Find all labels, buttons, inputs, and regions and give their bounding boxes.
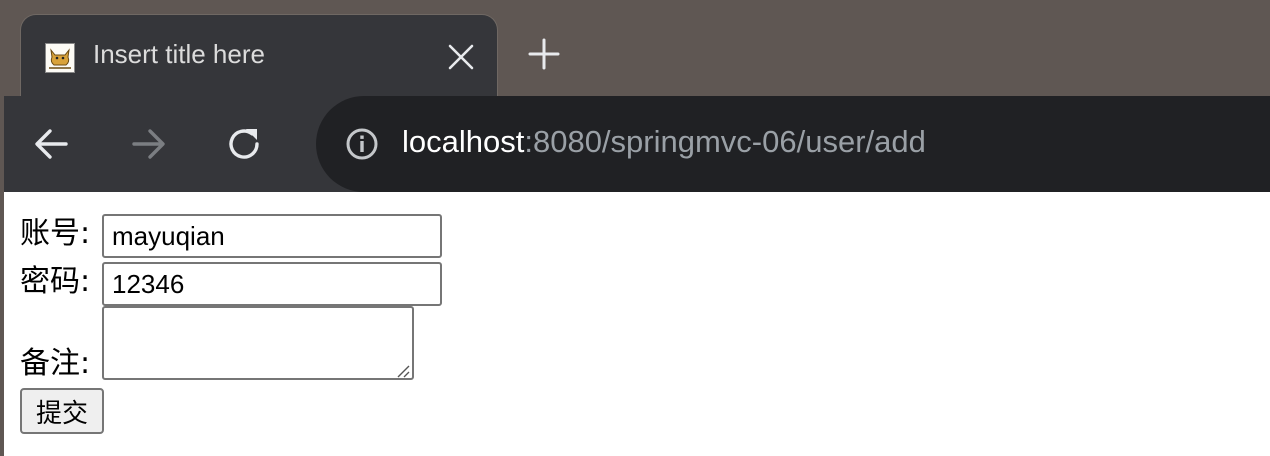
url-host: localhost: [402, 124, 525, 159]
resize-grip-icon[interactable]: [394, 362, 410, 378]
url-path: :8080/springmvc-06/user/add: [524, 124, 926, 159]
browser-toolbar: localhost:8080/springmvc-06/user/add: [4, 96, 1270, 192]
tomcat-icon: [45, 43, 75, 73]
reload-icon: [229, 129, 259, 159]
address-bar[interactable]: localhost:8080/springmvc-06/user/add: [316, 96, 1270, 192]
tab-active[interactable]: Insert title here: [20, 14, 498, 96]
remark-label: 备注:: [20, 346, 91, 381]
password-row: 密码:: [20, 262, 442, 306]
tab-strip: Insert title here: [0, 0, 1270, 96]
password-label: 密码:: [20, 264, 91, 299]
account-input[interactable]: [102, 214, 442, 258]
account-row: 账号:: [20, 214, 442, 258]
plus-icon: [528, 38, 560, 70]
new-tab-button[interactable]: [526, 36, 562, 72]
tab-title: Insert title here: [93, 39, 265, 69]
page-content: 账号: 密码: 备注: 提交: [4, 192, 1270, 456]
close-icon[interactable]: [446, 42, 476, 72]
password-input[interactable]: [102, 262, 442, 306]
reload-button[interactable]: [224, 124, 264, 164]
url-text[interactable]: localhost:8080/springmvc-06/user/add: [402, 124, 926, 160]
forward-button[interactable]: [128, 124, 168, 164]
submit-button[interactable]: 提交: [20, 388, 104, 434]
arrow-left-icon: [35, 129, 68, 159]
arrow-right-icon: [132, 129, 165, 159]
back-button[interactable]: [32, 124, 72, 164]
info-icon[interactable]: [344, 126, 380, 162]
account-label: 账号:: [20, 216, 91, 251]
remark-textarea[interactable]: [102, 306, 414, 380]
